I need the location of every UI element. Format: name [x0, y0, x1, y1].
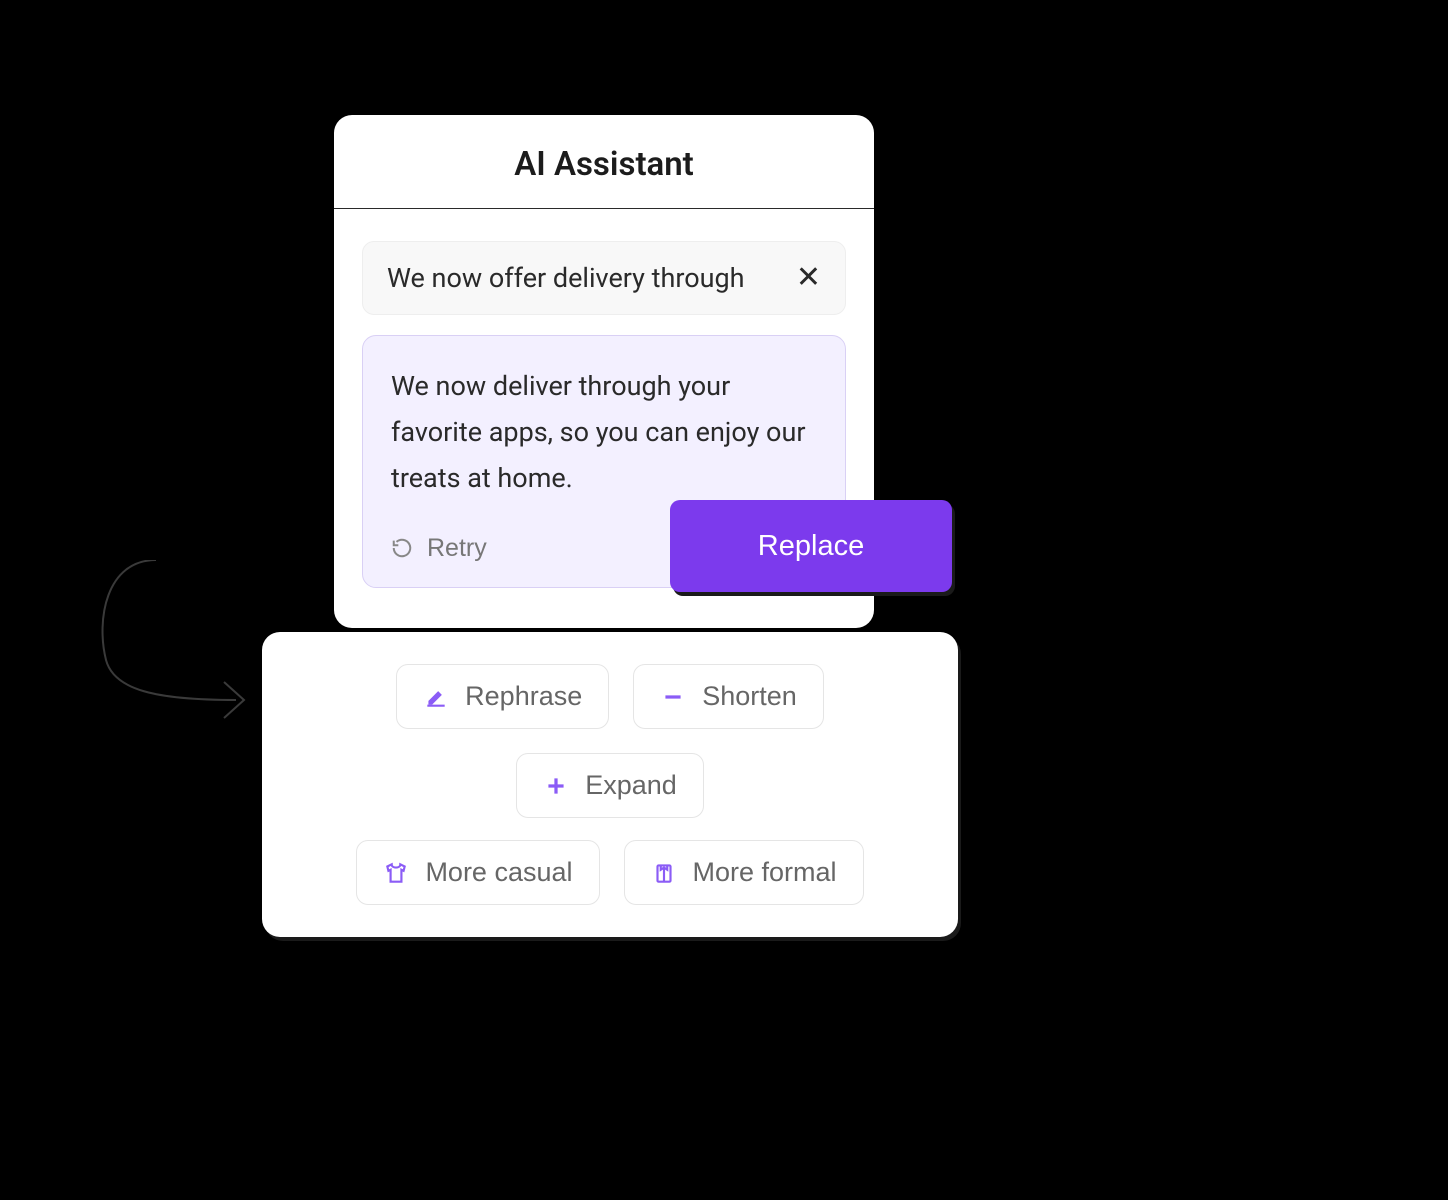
action-row-2: More casual More formal: [298, 840, 922, 905]
retry-icon: [391, 537, 413, 559]
suggestion-text: We now deliver through your favorite app…: [391, 364, 817, 502]
more-formal-button[interactable]: More formal: [624, 840, 864, 905]
retry-label: Retry: [427, 534, 487, 563]
more-formal-label: More formal: [693, 857, 837, 888]
shorten-label: Shorten: [702, 681, 797, 712]
shirt-icon: [651, 860, 677, 886]
minus-icon: [660, 684, 686, 710]
tshirt-icon: [383, 860, 409, 886]
panel-header: AI Assistant: [334, 115, 874, 209]
retry-button[interactable]: Retry: [391, 534, 487, 563]
plus-icon: [543, 773, 569, 799]
input-chip-text: We now offer delivery through: [387, 262, 745, 294]
more-casual-label: More casual: [425, 857, 572, 888]
panel-title: AI Assistant: [334, 145, 874, 184]
actions-panel: Rephrase Shorten Expand: [262, 632, 958, 937]
action-row-1: Rephrase Shorten Expand: [298, 664, 922, 818]
arrow-decorative: [96, 560, 256, 740]
expand-button[interactable]: Expand: [516, 753, 704, 818]
input-chip: We now offer delivery through ✕: [362, 241, 846, 315]
shorten-button[interactable]: Shorten: [633, 664, 824, 729]
expand-label: Expand: [585, 770, 677, 801]
rephrase-label: Rephrase: [465, 681, 582, 712]
more-casual-button[interactable]: More casual: [356, 840, 599, 905]
rephrase-icon: [423, 684, 449, 710]
replace-button[interactable]: Replace: [670, 500, 952, 592]
rephrase-button[interactable]: Rephrase: [396, 664, 609, 729]
close-icon[interactable]: ✕: [796, 263, 821, 293]
